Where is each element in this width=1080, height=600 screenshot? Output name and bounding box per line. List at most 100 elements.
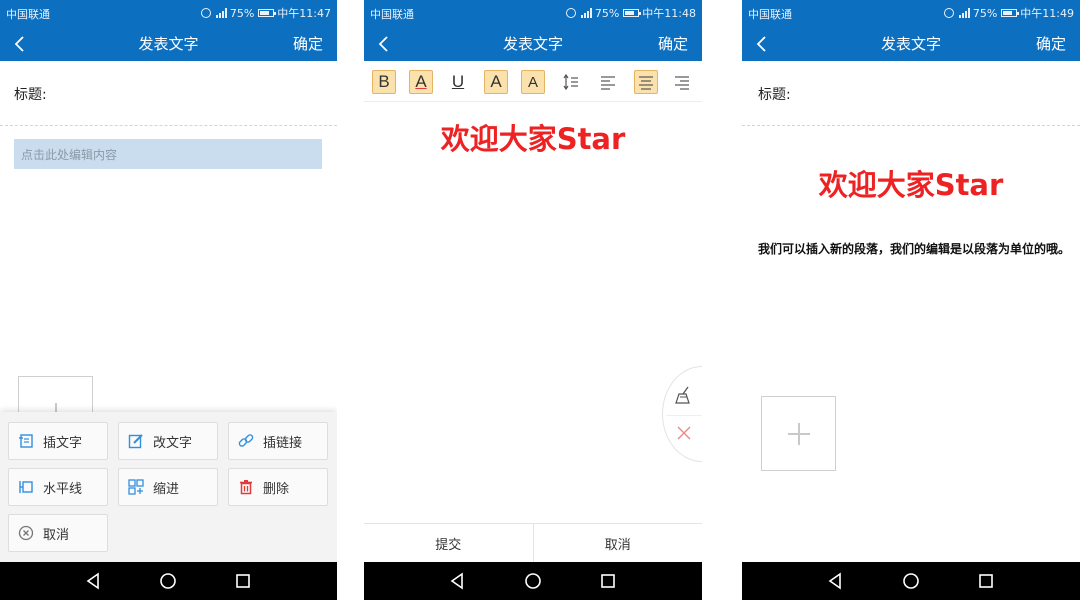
- system-nav-bar: [364, 562, 702, 600]
- clock: 中午11:48: [642, 7, 696, 20]
- system-nav-bar: [0, 562, 337, 600]
- align-left-icon: [601, 76, 615, 90]
- confirm-button[interactable]: 确定: [1036, 33, 1066, 54]
- app-bar: 发表文字 确定: [364, 25, 702, 61]
- battery-percent: 75%: [594, 6, 620, 20]
- indent-icon: [128, 479, 144, 495]
- nav-home-icon[interactable]: [523, 571, 543, 591]
- clock: 中午11:49: [1020, 7, 1074, 20]
- status-bar: 中国联通 75% 中午11:47: [0, 0, 337, 25]
- alarm-icon: [565, 8, 576, 18]
- carrier-label: 中国联通: [748, 8, 792, 21]
- status-bar: 中国联通 75% 中午11:48: [364, 0, 702, 25]
- content-edit-area[interactable]: 点击此处编辑内容: [14, 139, 322, 169]
- align-right-icon: [675, 76, 689, 90]
- edit-text-label: 改文字: [153, 435, 193, 451]
- font-color-button[interactable]: A: [409, 70, 433, 94]
- paragraph-text[interactable]: 我们可以插入新的段落，我们的编辑是以段落为单位的哦。: [758, 239, 1070, 260]
- align-right-button[interactable]: [670, 70, 694, 94]
- cancel-button[interactable]: 取消: [532, 524, 703, 562]
- underline-icon: U: [451, 72, 465, 91]
- line-spacing-icon: [563, 73, 578, 91]
- cancel-icon: [18, 525, 34, 541]
- nav-back-icon[interactable]: [448, 571, 468, 591]
- signal-icon: [580, 8, 592, 18]
- link-icon: [238, 434, 254, 447]
- indent-button[interactable]: 缩进: [118, 468, 218, 506]
- title-label[interactable]: 标题:: [758, 84, 791, 104]
- edit-action-sheet: 插文字 改文字 插链接 水平线 缩进 删除 取消: [0, 412, 337, 562]
- app-bar: 发表文字 确定: [742, 25, 1080, 61]
- format-toolbar: B A U A A: [364, 61, 702, 102]
- font-size-button[interactable]: A: [484, 70, 508, 94]
- floating-action-menu: [662, 366, 702, 462]
- status-bar: 中国联通 75% 中午11:49: [742, 0, 1080, 25]
- divider: [0, 125, 337, 126]
- submit-button[interactable]: 提交: [364, 524, 533, 562]
- nav-recents-icon[interactable]: [233, 571, 253, 591]
- cancel-button[interactable]: 取消: [8, 514, 108, 552]
- battery-icon: [623, 9, 642, 17]
- font-color-icon: A: [415, 72, 427, 91]
- nav-back-icon[interactable]: [84, 571, 104, 591]
- bold-button[interactable]: B: [372, 70, 396, 94]
- clock: 中午11:47: [277, 7, 331, 20]
- edit-text-button[interactable]: 改文字: [118, 422, 218, 460]
- align-center-button[interactable]: [634, 70, 658, 94]
- font-style-icon: A: [527, 73, 538, 91]
- phone-screen-2: 中国联通 75% 中午11:48 发表文字 确定 B A U A A 欢迎大家S…: [364, 0, 702, 600]
- carrier-label: 中国联通: [6, 8, 50, 21]
- horizontal-rule-label: 水平线: [43, 481, 83, 497]
- alarm-icon: [200, 8, 211, 18]
- insert-text-icon: [19, 434, 33, 448]
- line-spacing-button[interactable]: [559, 70, 583, 94]
- clear-format-brush-icon[interactable]: [674, 385, 694, 405]
- nav-back-icon[interactable]: [826, 571, 846, 591]
- nav-recents-icon[interactable]: [598, 571, 618, 591]
- trash-icon: [240, 480, 252, 495]
- bold-icon: B: [378, 72, 390, 91]
- insert-link-label: 插链接: [263, 435, 303, 451]
- phone-screen-1: 中国联通 75% 中午11:47 发表文字 确定 标题: 点击此处编辑内容 插文…: [0, 0, 337, 600]
- align-left-button[interactable]: [596, 70, 620, 94]
- nav-recents-icon[interactable]: [976, 571, 996, 591]
- horizontal-rule-button[interactable]: 水平线: [8, 468, 108, 506]
- battery-percent: 75%: [972, 6, 998, 20]
- insert-text-button[interactable]: 插文字: [8, 422, 108, 460]
- insert-text-label: 插文字: [43, 435, 83, 451]
- close-icon[interactable]: [676, 425, 692, 441]
- edit-text-icon: [128, 434, 143, 449]
- confirm-button[interactable]: 确定: [293, 33, 323, 54]
- app-bar: 发表文字 确定: [0, 25, 337, 61]
- alarm-icon: [943, 8, 954, 18]
- title-label[interactable]: 标题:: [14, 84, 47, 104]
- delete-label: 删除: [263, 481, 290, 497]
- signal-icon: [215, 8, 227, 18]
- bottom-action-bar: 提交 取消: [364, 523, 702, 562]
- phone-screen-3: 中国联通 75% 中午11:49 发表文字 确定 标题: 欢迎大家Star 我们…: [742, 0, 1080, 600]
- align-center-icon: [639, 76, 653, 90]
- page-title: 发表文字: [880, 35, 941, 53]
- carrier-label: 中国联通: [370, 8, 414, 21]
- underline-button[interactable]: U: [446, 70, 470, 94]
- confirm-button[interactable]: 确定: [658, 33, 688, 54]
- delete-button[interactable]: 删除: [228, 468, 328, 506]
- indent-label: 缩进: [153, 481, 180, 497]
- headline-text[interactable]: 欢迎大家Star: [364, 116, 702, 158]
- font-size-icon: A: [490, 72, 502, 91]
- headline-text[interactable]: 欢迎大家Star: [742, 162, 1080, 204]
- battery-icon: [258, 9, 277, 17]
- nav-home-icon[interactable]: [901, 571, 921, 591]
- battery-icon: [1001, 9, 1020, 17]
- add-image-button[interactable]: [761, 396, 836, 471]
- system-nav-bar: [742, 562, 1080, 600]
- divider: [742, 125, 1080, 126]
- insert-link-button[interactable]: 插链接: [228, 422, 328, 460]
- page-title: 发表文字: [138, 35, 199, 53]
- horizontal-rule-icon: [19, 481, 33, 493]
- font-style-button[interactable]: A: [521, 70, 545, 94]
- nav-home-icon[interactable]: [158, 571, 178, 591]
- battery-percent: 75%: [229, 6, 255, 20]
- signal-icon: [958, 8, 970, 18]
- cancel-label: 取消: [43, 527, 70, 543]
